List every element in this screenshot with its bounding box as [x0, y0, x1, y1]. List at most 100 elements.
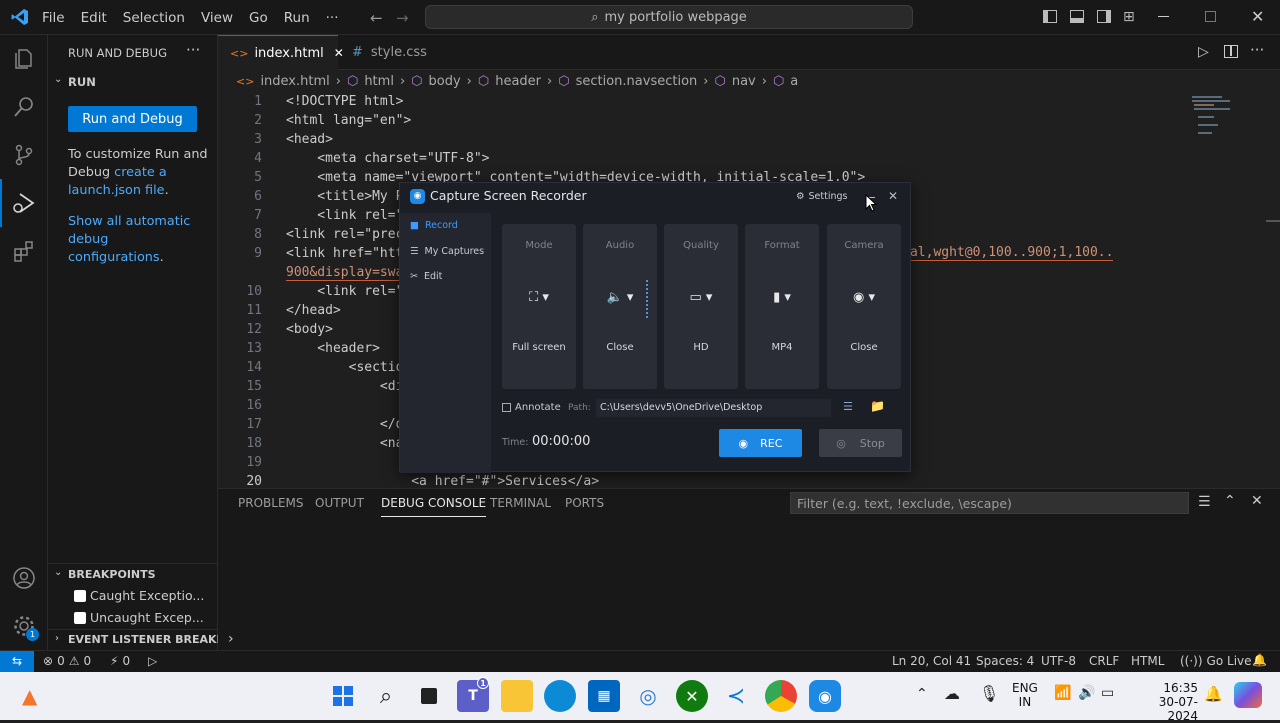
breadcrumb-item[interactable]: body	[429, 74, 461, 89]
breadcrumb-item[interactable]: a	[790, 74, 798, 89]
minimize-icon[interactable]	[1158, 16, 1169, 17]
edge-icon[interactable]	[544, 680, 576, 712]
run-section-header[interactable]: RUN	[68, 75, 96, 89]
menu-more[interactable]: ···	[326, 10, 339, 26]
file-explorer-icon[interactable]	[501, 680, 533, 712]
problems-status[interactable]: ⊗ 0 ⚠ 0	[43, 654, 91, 668]
task-view-icon[interactable]	[413, 680, 445, 712]
explorer-icon[interactable]	[0, 35, 48, 83]
list-icon[interactable]: ☰	[843, 400, 853, 413]
battery-icon[interactable]: ▭	[1101, 685, 1114, 701]
menu-selection[interactable]: Selection	[123, 10, 185, 26]
nav-my-captures[interactable]: ☰ My Captures	[410, 246, 484, 257]
menu-file[interactable]: File	[42, 10, 65, 26]
vscode-taskbar-icon[interactable]: ≺	[720, 680, 752, 712]
bell-icon[interactable]: 🔔	[1252, 653, 1267, 667]
indentation[interactable]: Spaces: 4	[976, 654, 1034, 668]
tab-index-html[interactable]: <> index.html ✕	[218, 35, 344, 70]
breadcrumb-item[interactable]: header	[495, 74, 541, 89]
language-mode[interactable]: HTML	[1131, 654, 1164, 668]
tab-debug-console[interactable]: DEBUG CONSOLE	[381, 489, 487, 517]
menu-view[interactable]: View	[201, 10, 233, 26]
store-icon[interactable]: ▦	[588, 680, 620, 712]
breadcrumb-item[interactable]: index.html	[260, 74, 329, 89]
chrome-icon[interactable]	[765, 680, 797, 712]
show-hidden-icons[interactable]: ⌃	[916, 686, 928, 702]
wifi-icon[interactable]: 📶	[1054, 685, 1071, 701]
volume-icon[interactable]: 🔊	[1078, 685, 1095, 701]
account-icon[interactable]	[0, 554, 48, 602]
widgets-icon[interactable]: ▲	[22, 684, 37, 708]
checkbox[interactable]	[74, 589, 86, 602]
clear-console-icon[interactable]: ☰	[1198, 494, 1211, 510]
language-indicator[interactable]: ENG IN	[1012, 681, 1038, 709]
teams-icon[interactable]: T 1	[457, 677, 489, 712]
toggle-sidebar-icon[interactable]	[1043, 10, 1057, 23]
copilot-app-icon[interactable]: ◎	[632, 680, 664, 712]
menu-run[interactable]: Run	[284, 10, 310, 26]
breadcrumb-item[interactable]: html	[364, 74, 394, 89]
remote-icon[interactable]: ⇆	[0, 651, 34, 672]
ports-status[interactable]: ⚡ 0	[110, 654, 130, 668]
annotate-option[interactable]: Annotate	[502, 402, 561, 413]
mode-card[interactable]: Mode ⛶ ▾ Full screen	[502, 224, 576, 389]
tab-terminal[interactable]: TERMINAL	[490, 489, 551, 517]
checkbox[interactable]	[502, 403, 511, 412]
encoding[interactable]: UTF-8	[1041, 654, 1076, 668]
command-center-search[interactable]: ⌕ my portfolio webpage	[425, 5, 913, 29]
split-editor-icon[interactable]	[1224, 45, 1238, 58]
quality-card[interactable]: Quality ▭ ▾ HD	[664, 224, 738, 389]
restore-icon[interactable]	[1205, 11, 1216, 22]
maximize-panel-icon[interactable]: ⌃	[1224, 493, 1236, 509]
start-icon[interactable]	[327, 680, 359, 712]
rec-button[interactable]: ◉ REC	[719, 429, 802, 457]
tab-problems[interactable]: PROBLEMS	[238, 489, 304, 517]
format-card[interactable]: Format ▮ ▾ MP4	[745, 224, 819, 389]
clock[interactable]: 16:35 30-07-2024	[1132, 681, 1198, 723]
debug-icon[interactable]: ▷	[148, 654, 157, 668]
menu-go[interactable]: Go	[249, 10, 268, 26]
chevron-down-icon[interactable]: ⌄	[54, 567, 62, 578]
breakpoints-header[interactable]: BREAKPOINTS	[68, 568, 156, 581]
toggle-panel-icon[interactable]	[1070, 10, 1084, 23]
camera-card[interactable]: Camera ◉ ▾ Close	[827, 224, 901, 389]
run-and-debug-button[interactable]: Run and Debug	[68, 106, 197, 132]
run-file-icon[interactable]: ▷	[1198, 44, 1209, 60]
customize-layout-icon[interactable]: ⊞	[1123, 9, 1135, 25]
nav-edit[interactable]: ✂ Edit	[410, 271, 442, 282]
more-actions-icon[interactable]: ···	[186, 41, 200, 59]
chevron-right-icon[interactable]: ›	[55, 633, 59, 644]
microphone-icon[interactable]: 🎙	[979, 684, 999, 703]
tab-ports[interactable]: PORTS	[565, 489, 604, 517]
end-of-line[interactable]: CRLF	[1089, 654, 1119, 668]
stop-button[interactable]: ◎ Stop	[819, 429, 902, 457]
breadcrumb-item[interactable]: section.navsection	[576, 74, 698, 89]
tab-style-css[interactable]: # style.css	[340, 35, 439, 70]
extensions-icon[interactable]	[0, 227, 48, 275]
settings-button[interactable]: ⚙ Settings	[796, 191, 848, 202]
checkbox[interactable]	[74, 611, 86, 624]
go-live-button[interactable]: ((·)) Go Live	[1180, 654, 1252, 668]
path-field[interactable]: C:\Users\devv5\OneDrive\Desktop	[596, 399, 831, 417]
menu-edit[interactable]: Edit	[81, 10, 107, 26]
filter-input[interactable]: Filter (e.g. text, !exclude, \escape)	[790, 492, 1189, 514]
search-activity-icon[interactable]	[0, 83, 48, 131]
show-automatic-configs-link[interactable]: Show all automatic debug configurations	[68, 214, 190, 265]
xbox-icon[interactable]: ✕	[676, 680, 708, 712]
forward-arrow-icon[interactable]: →	[396, 9, 409, 27]
cursor-position[interactable]: Ln 20, Col 41	[892, 654, 971, 668]
toggle-secondary-sidebar-icon[interactable]	[1097, 10, 1111, 23]
chevron-down-icon[interactable]: ⌄	[54, 74, 62, 85]
close-icon[interactable]: ✕	[1251, 7, 1264, 26]
source-control-icon[interactable]	[0, 131, 48, 179]
breadcrumb-item[interactable]: nav	[732, 74, 756, 89]
search-taskbar-icon[interactable]: ⌕	[370, 680, 402, 712]
manage-gear-icon[interactable]: 1	[0, 602, 48, 650]
event-listener-header[interactable]: EVENT LISTENER BREAKP...	[68, 633, 235, 646]
more-actions-icon[interactable]: ···	[1250, 41, 1264, 59]
nav-record[interactable]: ■ Record	[410, 220, 458, 231]
minimap[interactable]	[1190, 94, 1230, 144]
notifications-icon[interactable]: 🔔	[1204, 685, 1223, 703]
onedrive-icon[interactable]: ☁	[944, 684, 960, 703]
console-prompt-icon[interactable]: ›	[228, 631, 234, 647]
